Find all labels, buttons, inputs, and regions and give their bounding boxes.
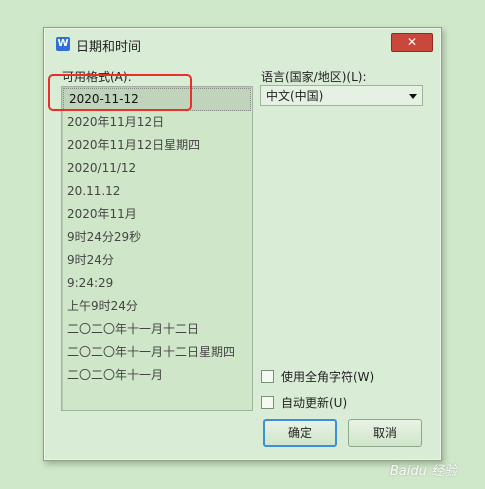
format-item[interactable]: 2020年11月12日 [62, 111, 252, 134]
date-time-dialog: W 日期和时间 ✕ 可用格式(A): 2020-11-12 2020年11月12… [43, 27, 442, 461]
chevron-down-icon [409, 94, 417, 99]
format-item[interactable]: 9时24分29秒 [62, 226, 252, 249]
cancel-button[interactable]: 取消 [348, 419, 422, 447]
autoupdate-label: 自动更新(U) [281, 396, 348, 410]
autoupdate-option[interactable]: 自动更新(U) [261, 394, 347, 411]
formats-label: 可用格式(A): [62, 70, 132, 84]
ok-button[interactable]: 确定 [263, 419, 337, 447]
format-item[interactable]: 上午9时24分 [62, 295, 252, 318]
autoupdate-checkbox[interactable] [261, 396, 274, 409]
format-item[interactable]: 20.11.12 [62, 180, 252, 203]
fullwidth-checkbox[interactable] [261, 370, 274, 383]
format-item[interactable]: 9:24:29 [62, 272, 252, 295]
language-label: 语言(国家/地区)(L): [261, 70, 367, 84]
fullwidth-label: 使用全角字符(W) [281, 370, 375, 384]
format-item[interactable]: 二〇二〇年十一月十二日星期四 [62, 341, 252, 364]
format-item[interactable]: 2020年11月12日星期四 [62, 134, 252, 157]
format-item[interactable]: 2020年11月 [62, 203, 252, 226]
format-item[interactable]: 二〇二〇年十一月十二日 [62, 318, 252, 341]
format-list[interactable]: 2020-11-12 2020年11月12日 2020年11月12日星期四 20… [61, 86, 253, 411]
title-bar: W 日期和时间 ✕ [44, 28, 441, 60]
watermark: Baidu 经验 [389, 464, 457, 479]
close-button[interactable]: ✕ [391, 33, 433, 52]
dialog-title: 日期和时间 [76, 40, 142, 55]
language-selected-value: 中文(中国) [266, 89, 324, 103]
format-item[interactable]: 2020/11/12 [62, 157, 252, 180]
wps-app-icon: W [56, 37, 70, 51]
format-item[interactable]: 9时24分 [62, 249, 252, 272]
format-item[interactable]: 2020-11-12 [63, 88, 251, 111]
fullwidth-option[interactable]: 使用全角字符(W) [261, 368, 374, 385]
language-select[interactable]: 中文(中国) [260, 85, 423, 106]
format-item[interactable]: 二〇二〇年十一月 [62, 364, 252, 387]
